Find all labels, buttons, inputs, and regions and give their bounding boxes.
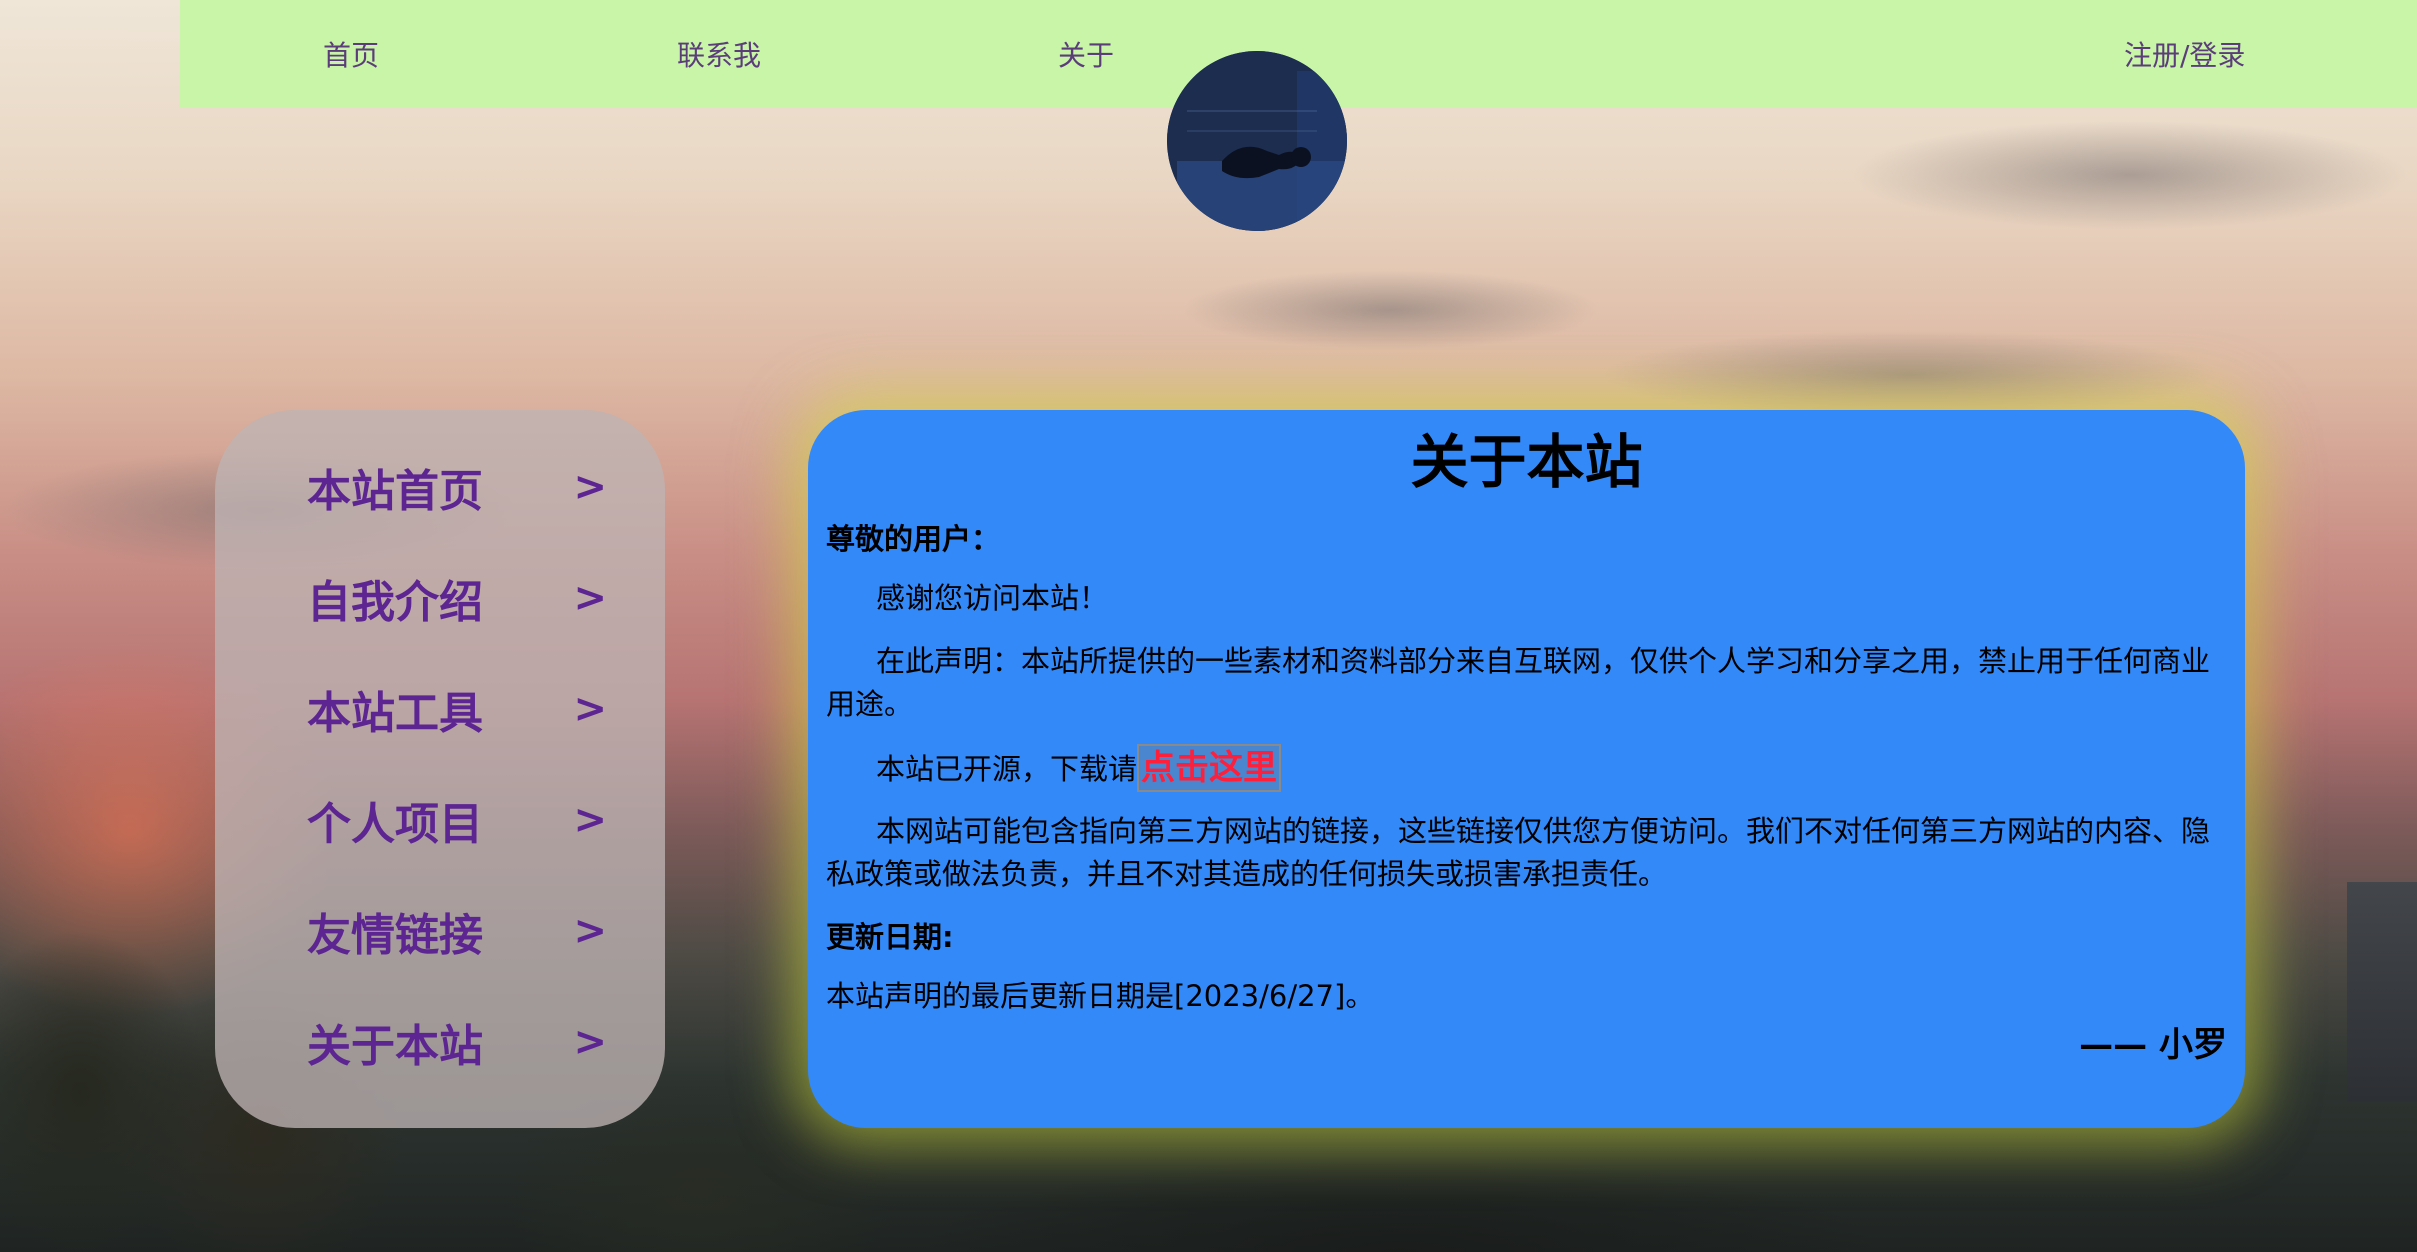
update-heading: 更新日期: (826, 920, 954, 954)
chevron-right-icon: > (573, 797, 607, 843)
page-title: 关于本站 (1410, 428, 1643, 496)
nav-contact-link[interactable]: 联系我 (677, 34, 761, 74)
menu-item-about[interactable]: 关于本站 > (307, 1007, 607, 1077)
background-cloud (1850, 120, 2410, 230)
about-card: 关于本站 尊敬的用户： 感谢您访问本站！ 在此声明：本站所提供的一些素材和资料部… (808, 410, 2245, 1128)
chevron-right-icon: > (573, 1019, 607, 1065)
avatar[interactable] (1167, 51, 1347, 231)
menu-item-label: 友情链接 (307, 910, 483, 961)
nav-home-link[interactable]: 首页 (323, 34, 379, 74)
chevron-right-icon: > (573, 464, 607, 510)
avatar-photo-icon (1167, 51, 1347, 231)
signature: —— 小罗 (2079, 1025, 2227, 1065)
download-link[interactable]: 点击这里 (1137, 744, 1282, 792)
nav-login-link[interactable]: 注册/登录 (2124, 34, 2245, 74)
disclaimer-text: 在此声明：本站所提供的一些素材和资料部分来自互联网，仅供个人学习和分享之用，禁止… (826, 644, 2211, 721)
menu-item-tools[interactable]: 本站工具 > (307, 674, 607, 744)
menu-item-projects[interactable]: 个人项目 > (307, 785, 607, 855)
menu-item-label: 本站工具 (307, 688, 483, 739)
menu-item-label: 本站首页 (307, 466, 483, 517)
background-cloud (1180, 270, 1600, 350)
opensource-prefix: 本站已开源，下载请 (876, 752, 1138, 786)
greeting-heading: 尊敬的用户： (826, 522, 1001, 556)
third-party-text: 本网站可能包含指向第三方网站的链接，这些链接仅供您方便访问。我们不对任何第三方网… (826, 814, 2211, 891)
background-building (2347, 882, 2417, 1102)
chevron-right-icon: > (573, 686, 607, 732)
chevron-right-icon: > (573, 908, 607, 954)
nav-about-link[interactable]: 关于 (1058, 34, 1114, 74)
menu-item-label: 关于本站 (307, 1021, 483, 1072)
thanks-text: 感谢您访问本站！ (876, 581, 1109, 615)
update-text: 本站声明的最后更新日期是[2023/6/27]。 (826, 979, 1375, 1013)
background-cloud (1600, 330, 2220, 420)
menu-item-label: 自我介绍 (307, 577, 483, 628)
menu-item-intro[interactable]: 自我介绍 > (307, 563, 607, 633)
menu-item-home[interactable]: 本站首页 > (307, 452, 607, 522)
menu-item-links[interactable]: 友情链接 > (307, 896, 607, 966)
side-menu: 本站首页 > 自我介绍 > 本站工具 > 个人项目 > 友情链接 > 关于本站 … (215, 410, 665, 1128)
chevron-right-icon: > (573, 575, 607, 621)
menu-item-label: 个人项目 (307, 799, 483, 850)
opensource-line: 本站已开源，下载请 点击这里 (826, 744, 2227, 792)
